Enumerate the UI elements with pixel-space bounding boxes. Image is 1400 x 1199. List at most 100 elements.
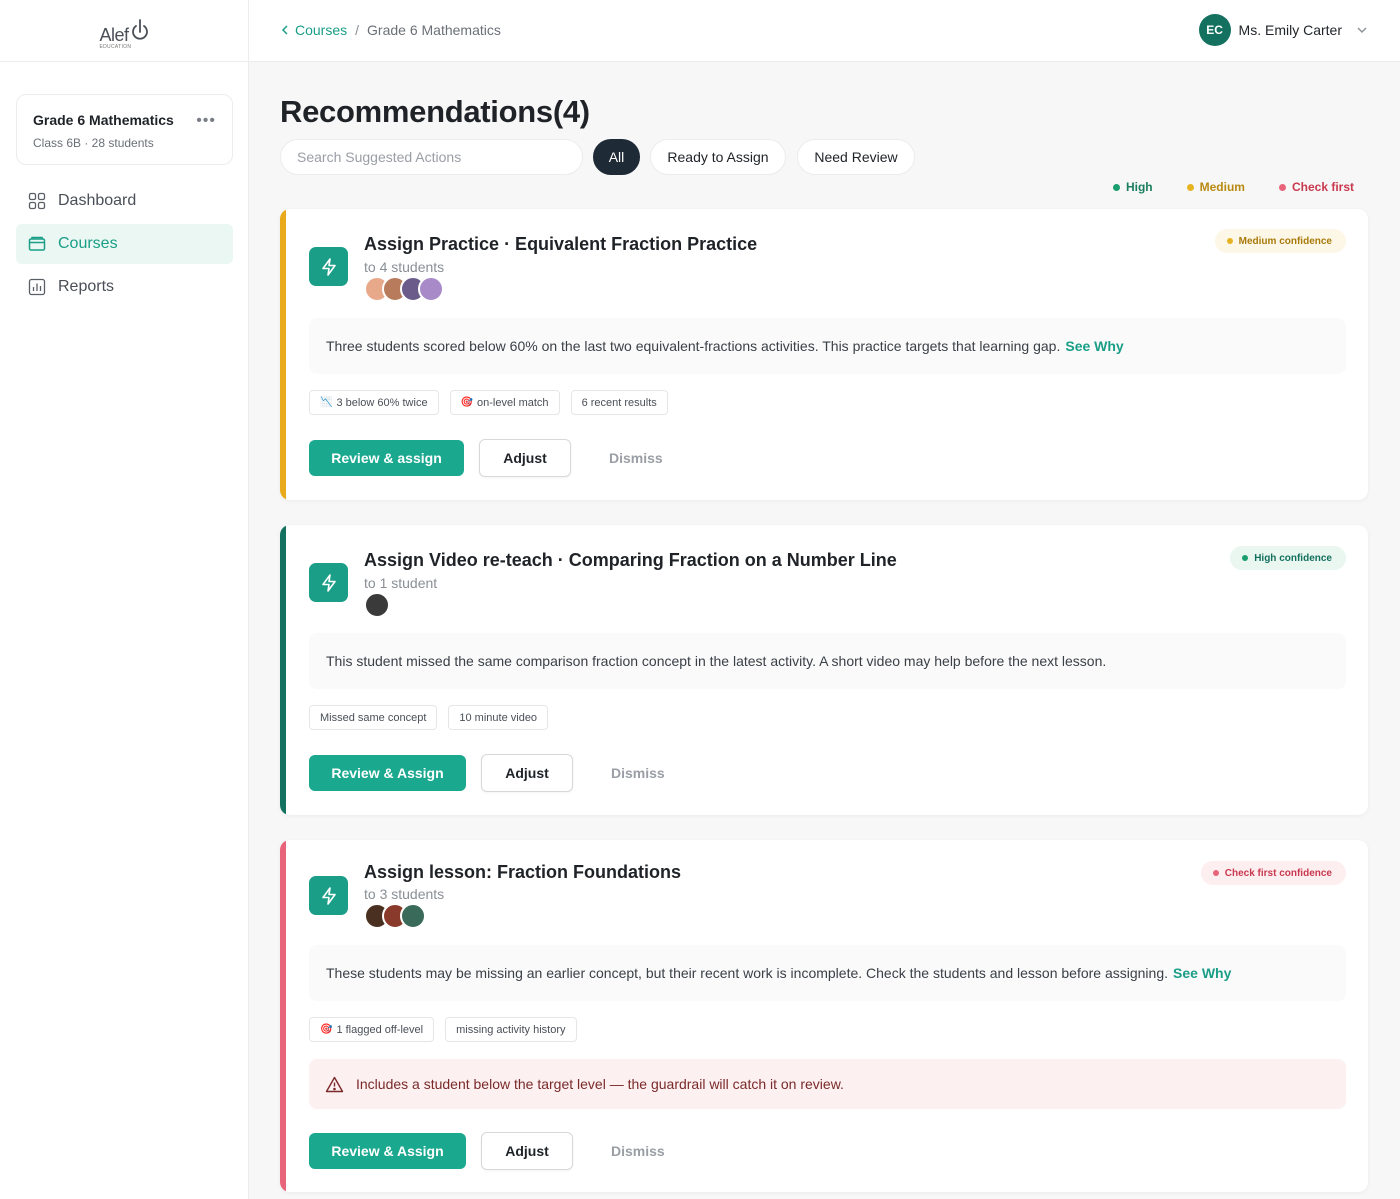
student-avatar[interactable] bbox=[400, 903, 426, 929]
chart-down-icon: 📉 bbox=[320, 397, 333, 408]
card-title: Assign Video re-teach · Comparing Fracti… bbox=[364, 550, 897, 570]
adjust-button[interactable]: Adjust bbox=[481, 754, 573, 792]
dismiss-button[interactable]: Dismiss bbox=[611, 765, 665, 781]
adjust-button[interactable]: Adjust bbox=[481, 1132, 573, 1170]
legend-dot bbox=[1278, 183, 1286, 191]
evidence-chip: missing activity history bbox=[445, 1017, 577, 1042]
sidebar-nav: Dashboard Courses Reports bbox=[16, 181, 233, 310]
sidebar-item-dashboard[interactable]: Dashboard bbox=[16, 181, 233, 221]
reason-text: Three students scored below 60% on the l… bbox=[326, 338, 1061, 354]
lightning-icon bbox=[309, 247, 348, 286]
chevron-down-icon[interactable] bbox=[1356, 24, 1368, 36]
brand-mark-icon bbox=[131, 18, 148, 40]
dismiss-button[interactable]: Dismiss bbox=[609, 450, 663, 466]
student-avatars[interactable] bbox=[364, 276, 444, 302]
confidence-badge: Medium confidence bbox=[1214, 229, 1346, 253]
card-subtitle: to 3 students bbox=[364, 886, 445, 902]
student-avatar[interactable] bbox=[418, 276, 444, 302]
sidebar: Alef EDUCATION Grade 6 Mathematics Class … bbox=[0, 0, 249, 1199]
top-bar: Courses / Grade 6 Mathematics EC Ms. Emi… bbox=[249, 0, 1400, 62]
breadcrumb-current: Grade 6 Mathematics bbox=[367, 22, 501, 38]
filter-ready-to-assign[interactable]: Ready to Assign bbox=[650, 139, 786, 175]
warning-banner: Includes a student below the target leve… bbox=[309, 1059, 1346, 1109]
card-title: Assign Practice · Equivalent Fraction Pr… bbox=[364, 234, 758, 254]
sidebar-item-courses[interactable]: Courses bbox=[16, 224, 233, 264]
reason-text: This student missed the same comparison … bbox=[326, 653, 1107, 669]
target-icon: 🎯 bbox=[460, 397, 474, 408]
recommendation-card: Assign lesson: Fraction Foundations to 3… bbox=[280, 840, 1368, 1192]
sidebar-item-reports[interactable]: Reports bbox=[16, 267, 233, 307]
lightning-icon bbox=[309, 876, 348, 915]
recommendation-card: Assign Video re-teach · Comparing Fracti… bbox=[280, 525, 1368, 815]
review-assign-button[interactable]: Review & assign bbox=[309, 440, 464, 476]
breadcrumb-back-label: Courses bbox=[295, 22, 348, 38]
student-avatars[interactable] bbox=[364, 592, 390, 618]
avatar: EC bbox=[1198, 14, 1231, 46]
brand-logo[interactable]: Alef EDUCATION bbox=[99, 18, 148, 49]
sidebar-item-label: Reports bbox=[58, 278, 115, 295]
evidence-chip: 📉 3 below 60% twice bbox=[309, 390, 439, 415]
evidence-chip: 🎯 on-level match bbox=[449, 390, 560, 415]
legend-high: High bbox=[1107, 180, 1159, 194]
confidence-dot bbox=[1242, 555, 1249, 561]
evidence-chip: 10 minute video bbox=[448, 705, 549, 730]
sidebar-item-label: Dashboard bbox=[58, 192, 137, 209]
legend-medium: Medium bbox=[1181, 180, 1251, 194]
filter-need-review[interactable]: Need Review bbox=[797, 139, 915, 175]
evidence-chips: 🎯 1 flagged off-level missing activity hi… bbox=[309, 1017, 577, 1042]
adjust-button[interactable]: Adjust bbox=[479, 439, 571, 477]
course-card[interactable]: Grade 6 Mathematics Class 6B · 28 studen… bbox=[16, 94, 233, 165]
confidence-dot bbox=[1212, 870, 1219, 876]
evidence-chips: Missed same concept 10 minute video bbox=[309, 705, 549, 730]
review-assign-button[interactable]: Review & Assign bbox=[309, 755, 466, 791]
dismiss-button[interactable]: Dismiss bbox=[611, 1143, 665, 1159]
card-subtitle: to 1 student bbox=[364, 575, 438, 591]
page-title: Recommendations(4) bbox=[280, 94, 590, 129]
reason-text: These students may be missing an earlier… bbox=[326, 965, 1169, 981]
bar-chart-icon bbox=[28, 278, 46, 296]
brand-sub: EDUCATION bbox=[99, 43, 132, 50]
logo-bar: Alef EDUCATION bbox=[0, 0, 248, 62]
folder-icon bbox=[28, 236, 46, 251]
lightning-icon bbox=[309, 563, 348, 602]
evidence-chip: 6 recent results bbox=[570, 390, 668, 415]
card-title: Assign lesson: Fraction Foundations bbox=[364, 862, 682, 882]
breadcrumb-back-link[interactable]: Courses bbox=[281, 22, 347, 38]
search-input[interactable] bbox=[280, 139, 583, 175]
user-menu[interactable]: EC Ms. Emily Carter bbox=[1198, 14, 1368, 46]
legend-dot bbox=[1186, 183, 1194, 191]
review-assign-button[interactable]: Review & Assign bbox=[309, 1133, 466, 1169]
student-avatar[interactable] bbox=[364, 592, 390, 618]
card-accent-medium bbox=[280, 209, 286, 500]
course-title: Grade 6 Mathematics bbox=[33, 112, 174, 128]
filter-all[interactable]: All bbox=[593, 139, 640, 175]
warning-icon bbox=[325, 1076, 344, 1092]
evidence-chip: Missed same concept bbox=[309, 705, 438, 730]
breadcrumb: Courses / Grade 6 Mathematics bbox=[281, 22, 501, 38]
recommendation-card: Assign Practice · Equivalent Fraction Pr… bbox=[280, 209, 1368, 500]
confidence-badge: High confidence bbox=[1230, 546, 1346, 570]
card-accent-high bbox=[280, 525, 286, 815]
reason-box: Three students scored below 60% on the l… bbox=[309, 318, 1346, 374]
confidence-legend: High Medium Check first bbox=[1107, 180, 1360, 194]
grid-icon bbox=[28, 192, 46, 210]
confidence-badge: Check first confidence bbox=[1200, 861, 1346, 885]
user-name: Ms. Emily Carter bbox=[1238, 22, 1342, 38]
breadcrumb-separator: / bbox=[355, 22, 360, 38]
more-options-icon[interactable]: ••• bbox=[196, 113, 216, 129]
reason-box: These students may be missing an earlier… bbox=[309, 945, 1346, 1001]
see-why-link[interactable]: See Why bbox=[1065, 338, 1123, 354]
student-avatars[interactable] bbox=[364, 903, 426, 929]
card-accent-check-first bbox=[280, 840, 286, 1192]
reason-box: This student missed the same comparison … bbox=[309, 633, 1346, 689]
sidebar-item-label: Courses bbox=[58, 235, 118, 252]
evidence-chip: 🎯 1 flagged off-level bbox=[309, 1017, 435, 1042]
evidence-chips: 📉 3 below 60% twice 🎯 on-level match 6 rec… bbox=[309, 390, 668, 415]
legend-check-first: Check first bbox=[1273, 180, 1360, 194]
target-icon: 🎯 bbox=[320, 1024, 333, 1035]
see-why-link[interactable]: See Why bbox=[1173, 965, 1231, 981]
chevron-left-icon bbox=[281, 25, 288, 35]
card-subtitle: to 4 students bbox=[364, 259, 445, 275]
legend-dot bbox=[1112, 183, 1120, 191]
confidence-dot bbox=[1226, 238, 1233, 244]
